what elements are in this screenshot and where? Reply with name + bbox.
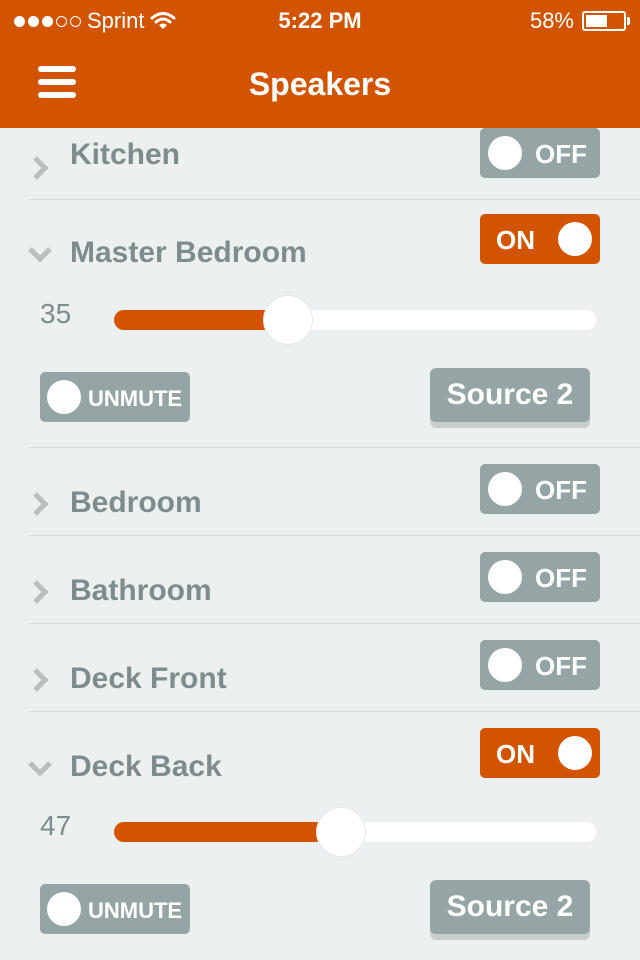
speaker-row-deck-back[interactable]: Deck Back ON [0,726,640,814]
speaker-name: Bedroom [70,486,202,519]
power-toggle-bathroom[interactable]: OFF [480,552,600,602]
volume-slider-knob[interactable] [316,808,365,856]
chevron-right-icon[interactable] [26,154,54,182]
speaker-name: Master Bedroom [70,236,307,269]
mute-toggle-master-bedroom[interactable]: UNMUTE [40,372,190,422]
speaker-row-bathroom[interactable]: Bathroom OFF [0,550,640,638]
nav-bar: Speakers [0,40,640,128]
speaker-row-master-bedroom[interactable]: Master Bedroom ON [0,212,640,300]
chevron-right-icon[interactable] [26,578,54,606]
power-toggle-bedroom[interactable]: OFF [480,464,600,514]
power-toggle-deck-front[interactable]: OFF [480,640,600,690]
chevron-right-icon[interactable] [26,666,54,694]
speaker-row-deck-front[interactable]: Deck Front OFF [0,638,640,726]
chevron-down-icon[interactable] [26,240,54,268]
header: Sprint 5:22 PM 58% Speakers [0,0,640,128]
battery-percent: 58% [529,8,574,33]
speaker-name: Kitchen [70,138,181,171]
speaker-row-bedroom[interactable]: Bedroom OFF [0,462,640,550]
chevron-down-icon[interactable] [26,754,54,782]
volume-value-deck-back: 47 [40,810,72,841]
page-title: Speakers [248,66,392,102]
status-bar: Sprint 5:22 PM 58% [0,0,640,40]
speaker-row-kitchen[interactable]: Kitchen OFF [0,126,640,214]
speaker-name: Bathroom [70,574,212,607]
chevron-right-icon[interactable] [26,490,54,518]
battery-icon [582,11,630,31]
power-toggle-kitchen[interactable]: OFF [480,128,600,178]
volume-slider-knob[interactable] [263,296,312,344]
power-toggle-deck-back[interactable]: ON [480,728,600,778]
source-button-master-bedroom[interactable]: Source 2 [430,368,590,422]
source-button-deck-back[interactable]: Source 2 [430,880,590,934]
mute-toggle-deck-back[interactable]: UNMUTE [40,884,190,934]
volume-slider-deck-back[interactable] [114,808,596,856]
volume-value-master-bedroom: 35 [40,298,72,329]
speaker-name: Deck Front [70,662,227,695]
power-toggle-master-bedroom[interactable]: ON [480,214,600,264]
speaker-name: Deck Back [70,750,222,783]
volume-slider-master-bedroom[interactable] [114,296,596,344]
